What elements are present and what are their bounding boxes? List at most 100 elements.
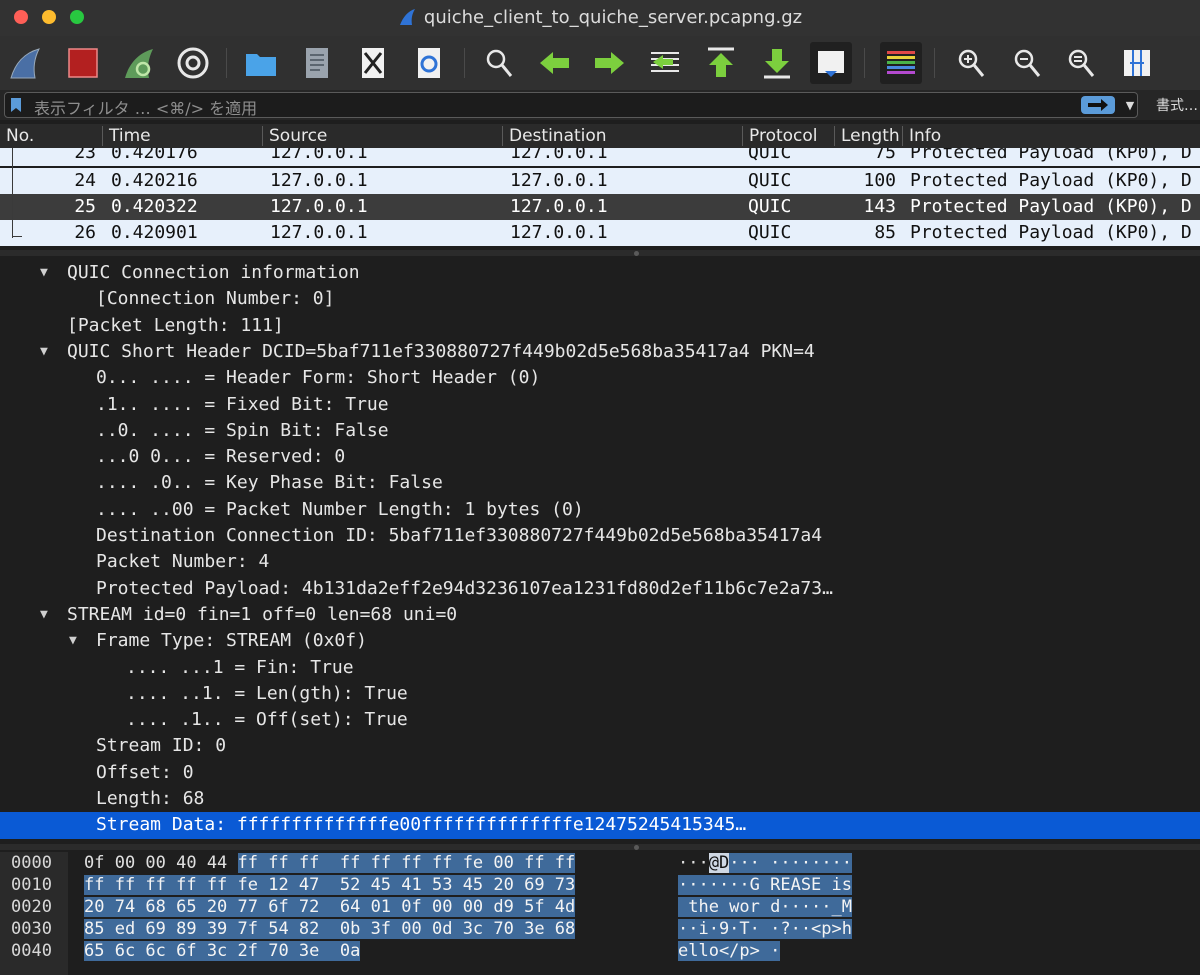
find-packet-button[interactable]: [478, 42, 520, 84]
tree-item-label: Destination Connection ID: 5baf711ef3308…: [96, 525, 823, 546]
column-header-length[interactable]: Length: [834, 126, 902, 146]
tree-item[interactable]: ▼ Frame Type: STREAM (0x0f): [0, 628, 1200, 654]
tree-item[interactable]: .... .1.. = Off(set): True: [0, 707, 1200, 733]
packet-row-selected[interactable]: 25 0.420322 127.0.0.1 127.0.0.1 QUIC 143…: [0, 194, 1200, 220]
tree-item[interactable]: Packet Number: 4: [0, 549, 1200, 575]
hex-bytes-highlighted: 20 74 68 65 20 77 6f 72 64 01 0f 00 00 d…: [84, 897, 576, 917]
column-header-protocol[interactable]: Protocol: [742, 126, 834, 146]
packet-source: 127.0.0.1: [270, 196, 368, 217]
go-back-button[interactable]: [534, 42, 576, 84]
auto-scroll-button[interactable]: [810, 42, 852, 84]
ascii-row[interactable]: ··i·9·T· ·?··<p>h: [678, 918, 852, 940]
start-capture-button[interactable]: [4, 42, 46, 84]
tree-item[interactable]: Length: 68: [0, 786, 1200, 812]
capture-options-button[interactable]: [172, 42, 214, 84]
hex-bytes: 0f 00 00 40 44: [84, 853, 238, 873]
ascii-text: ···: [678, 853, 709, 873]
open-file-button[interactable]: [240, 42, 282, 84]
expand-triangle-icon[interactable]: ▼: [40, 602, 48, 628]
packet-info: Protected Payload (KP0), D: [910, 170, 1192, 191]
ascii-text-highlighted: ello</p> ·: [678, 941, 781, 961]
tree-item[interactable]: ..0. .... = Spin Bit: False: [0, 418, 1200, 444]
zoom-out-button[interactable]: [1006, 42, 1048, 84]
restart-capture-button[interactable]: [118, 42, 160, 84]
tree-item-label: .1.. .... = Fixed Bit: True: [96, 393, 389, 415]
hex-offset-column: 0000 0010 0020 0030 0040: [0, 852, 68, 975]
ascii-text-highlighted: ··i·9·T· ·?··<p>h: [678, 919, 852, 939]
stop-capture-button[interactable]: [62, 42, 104, 84]
ascii-row[interactable]: ·······G REASE is: [678, 874, 852, 896]
hex-bytes-row[interactable]: 20 74 68 65 20 77 6f 72 64 01 0f 00 00 d…: [84, 896, 576, 918]
expand-triangle-icon[interactable]: ▼: [40, 260, 48, 286]
column-header-no[interactable]: No.: [0, 126, 102, 146]
tree-item[interactable]: Protected Payload: 4b131da2eff2e94d32361…: [0, 576, 1200, 602]
tree-item[interactable]: [Connection Number: 0]: [0, 286, 1200, 312]
hex-bytes-row[interactable]: ff ff ff ff ff fe 12 47 52 45 41 53 45 2…: [84, 874, 576, 896]
tree-item[interactable]: .... ..00 = Packet Number Length: 1 byte…: [0, 497, 1200, 523]
packet-list: 23 0.420176 127.0.0.1 127.0.0.1 QUIC 75 …: [0, 148, 1200, 248]
column-header-destination[interactable]: Destination: [502, 126, 742, 146]
tree-item[interactable]: ▼ QUIC Connection information: [0, 260, 1200, 286]
tree-item-label: .... ..1. = Len(gth): True: [126, 682, 408, 704]
normal-size-button[interactable]: [1060, 42, 1102, 84]
tree-item[interactable]: ...0 0... = Reserved: 0: [0, 444, 1200, 470]
pane-splitter[interactable]: [0, 844, 1200, 850]
go-last-button[interactable]: [756, 42, 798, 84]
tree-item-label: Stream ID: 0: [96, 735, 227, 757]
colorize-button[interactable]: [880, 42, 922, 84]
resize-columns-button[interactable]: [1116, 42, 1158, 84]
go-forward-button[interactable]: [588, 42, 630, 84]
packet-no: 24: [74, 170, 96, 191]
tree-item[interactable]: Offset: 0: [0, 760, 1200, 786]
tree-item[interactable]: .1.. .... = Fixed Bit: True: [0, 392, 1200, 418]
packet-row[interactable]: 23 0.420176 127.0.0.1 127.0.0.1 QUIC 75 …: [0, 148, 1200, 166]
display-filter-input[interactable]: 表示フィルタ … <⌘/> を適用 ▼: [4, 92, 1138, 118]
tree-item[interactable]: .... .0.. = Key Phase Bit: False: [0, 470, 1200, 496]
packet-row[interactable]: 26 0.420901 127.0.0.1 127.0.0.1 QUIC 85 …: [0, 220, 1200, 246]
expand-triangle-icon[interactable]: ▼: [40, 339, 48, 365]
tree-item[interactable]: .... ...1 = Fin: True: [0, 655, 1200, 681]
toolbar-separator: [464, 48, 465, 78]
tree-item-label: QUIC Short Header DCID=5baf711ef33088072…: [67, 340, 815, 362]
tree-item[interactable]: Destination Connection ID: 5baf711ef3308…: [0, 523, 1200, 549]
hex-bytes-row[interactable]: 65 6c 6c 6f 3c 2f 70 3e 0a: [84, 940, 361, 962]
shark-fin-icon: [399, 9, 415, 25]
colorize-lines-icon: [887, 51, 915, 74]
ascii-row[interactable]: ···@D··· ········: [678, 852, 853, 874]
packet-info: Protected Payload (KP0), D: [910, 222, 1192, 243]
go-to-packet-button[interactable]: [644, 42, 686, 84]
tree-item-label: ..0. .... = Spin Bit: False: [96, 419, 389, 441]
packet-bytes-pane: 0000 0010 0020 0030 0040 0f 00 00 40 44 …: [0, 852, 1200, 975]
apply-filter-button[interactable]: [1081, 96, 1115, 114]
bookmark-icon[interactable]: [10, 97, 22, 113]
save-file-button[interactable]: [296, 42, 338, 84]
close-file-button[interactable]: [352, 42, 394, 84]
column-header-source[interactable]: Source: [262, 126, 502, 146]
zoom-in-button[interactable]: [950, 42, 992, 84]
tree-item[interactable]: [Packet Length: 111]: [0, 313, 1200, 339]
tree-item-label: Stream Data: ffffffffffffffe00ffffffffff…: [96, 814, 747, 836]
tree-item-selected[interactable]: Stream Data: ffffffffffffffe00ffffffffff…: [0, 812, 1200, 839]
tree-item[interactable]: ▼ STREAM id=0 fin=1 off=0 len=68 uni=0: [0, 602, 1200, 628]
hex-bytes-row[interactable]: 85 ed 69 89 39 7f 54 82 0b 3f 00 0d 3c 7…: [84, 918, 576, 940]
go-first-button[interactable]: [700, 42, 742, 84]
tree-item-label: .... .0.. = Key Phase Bit: False: [96, 472, 443, 494]
packet-time: 0.420216: [111, 170, 198, 191]
ascii-row[interactable]: ello</p> ·: [678, 940, 781, 962]
packet-destination: 127.0.0.1: [510, 170, 608, 191]
packet-row[interactable]: 24 0.420216 127.0.0.1 127.0.0.1 QUIC 100…: [0, 168, 1200, 194]
hex-bytes-row[interactable]: 0f 00 00 40 44 ff ff ff ff ff ff ff fe 0…: [84, 852, 576, 874]
tree-item[interactable]: .... ..1. = Len(gth): True: [0, 681, 1200, 707]
filter-expression-button[interactable]: 書式…: [1156, 95, 1198, 115]
tree-item[interactable]: ▼ QUIC Short Header DCID=5baf711ef3308807…: [0, 339, 1200, 365]
column-header-info[interactable]: Info: [902, 126, 1200, 146]
filter-history-dropdown[interactable]: ▼: [1123, 96, 1137, 114]
tree-item[interactable]: Stream ID: 0: [0, 733, 1200, 759]
reload-file-button[interactable]: [408, 42, 450, 84]
packet-details-tree: ▼ QUIC Connection information [Connection…: [0, 256, 1200, 844]
tree-item[interactable]: 0... .... = Header Form: Short Header (0…: [0, 365, 1200, 391]
column-header-time[interactable]: Time: [102, 126, 262, 146]
expand-triangle-icon[interactable]: ▼: [69, 628, 77, 654]
ascii-row[interactable]: the wor d·····_M: [678, 896, 852, 918]
auto-scroll-icon: [818, 51, 844, 77]
